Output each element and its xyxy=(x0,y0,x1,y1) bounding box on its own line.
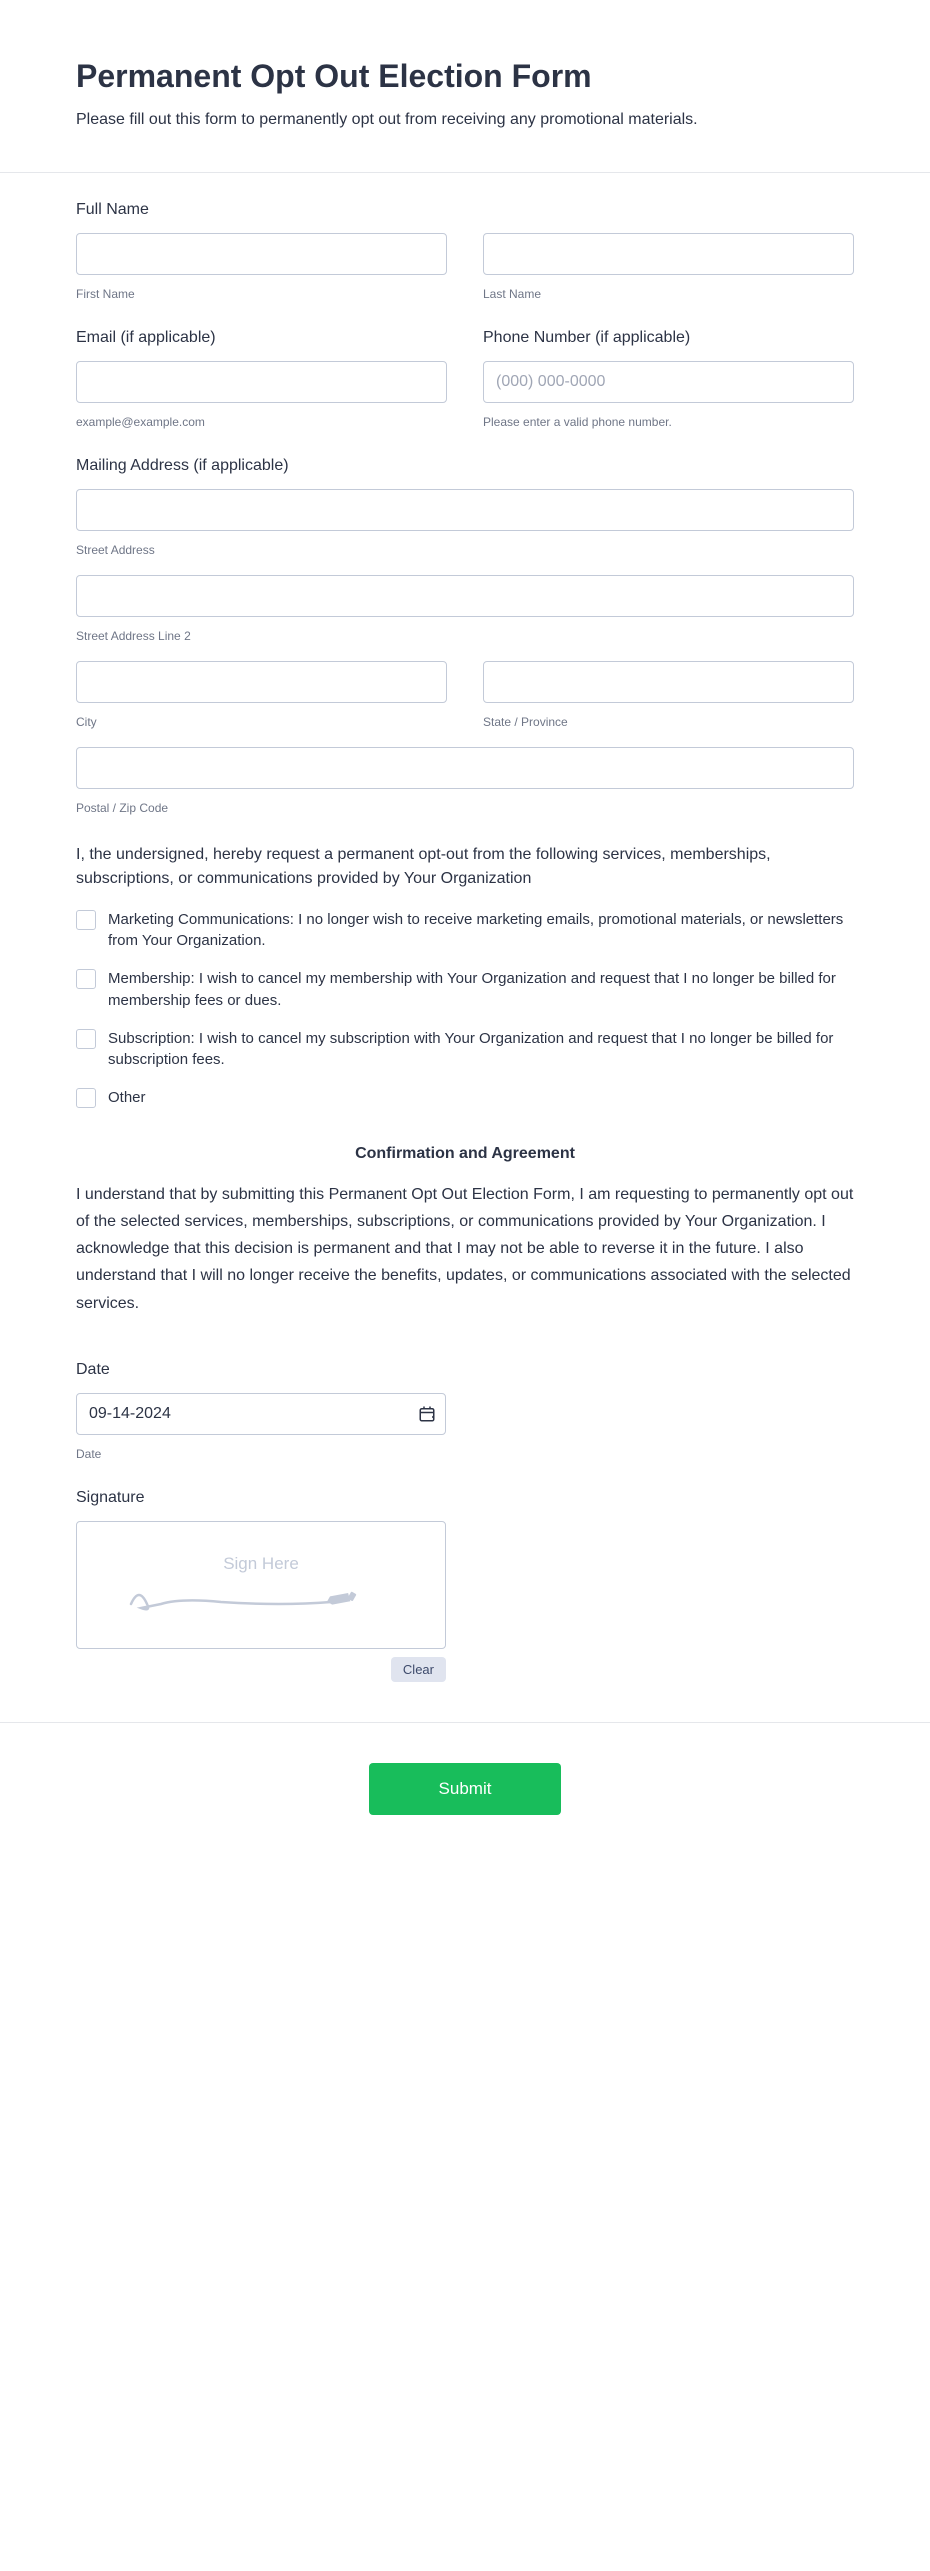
signature-label: Signature xyxy=(76,1489,854,1507)
city-sublabel: City xyxy=(76,715,447,729)
email-input[interactable] xyxy=(76,361,447,403)
date-sublabel: Date xyxy=(76,1447,854,1461)
form-header: Permanent Opt Out Election Form Please f… xyxy=(0,0,930,172)
email-label: Email (if applicable) xyxy=(76,329,447,347)
other-checkbox[interactable] xyxy=(76,1088,96,1108)
marketing-label[interactable]: Marketing Communications: I no longer wi… xyxy=(108,909,854,953)
page-subtitle: Please fill out this form to permanently… xyxy=(76,108,854,132)
last-name-input[interactable] xyxy=(483,233,854,275)
first-name-sublabel: First Name xyxy=(76,287,447,301)
postal-sublabel: Postal / Zip Code xyxy=(76,801,854,815)
full-name-label: Full Name xyxy=(76,201,854,219)
opt-out-statement: I, the undersigned, hereby request a per… xyxy=(76,843,854,891)
state-sublabel: State / Province xyxy=(483,715,854,729)
address-label: Mailing Address (if applicable) xyxy=(76,457,854,475)
street-address-2-input[interactable] xyxy=(76,575,854,617)
form-body: Full Name First Name Last Name Email (if… xyxy=(0,173,930,1722)
phone-sublabel: Please enter a valid phone number. xyxy=(483,415,854,429)
membership-checkbox[interactable] xyxy=(76,969,96,989)
signature-line-icon xyxy=(121,1576,401,1616)
date-input[interactable] xyxy=(76,1393,446,1435)
signature-pad[interactable]: Sign Here xyxy=(76,1521,446,1649)
page-title: Permanent Opt Out Election Form xyxy=(76,56,854,98)
opt-out-options: Marketing Communications: I no longer wi… xyxy=(76,909,854,1109)
clear-signature-button[interactable]: Clear xyxy=(391,1657,446,1682)
phone-label: Phone Number (if applicable) xyxy=(483,329,854,347)
marketing-checkbox[interactable] xyxy=(76,910,96,930)
other-label[interactable]: Other xyxy=(108,1087,146,1109)
street2-sublabel: Street Address Line 2 xyxy=(76,629,854,643)
postal-input[interactable] xyxy=(76,747,854,789)
subscription-checkbox[interactable] xyxy=(76,1029,96,1049)
street-address-input[interactable] xyxy=(76,489,854,531)
last-name-sublabel: Last Name xyxy=(483,287,854,301)
agreement-text: I understand that by submitting this Per… xyxy=(76,1181,854,1317)
membership-label[interactable]: Membership: I wish to cancel my membersh… xyxy=(108,968,854,1012)
form-footer: Submit xyxy=(0,1722,930,1875)
city-input[interactable] xyxy=(76,661,447,703)
date-label: Date xyxy=(76,1361,854,1379)
first-name-input[interactable] xyxy=(76,233,447,275)
sign-here-placeholder: Sign Here xyxy=(223,1554,299,1574)
email-sublabel: example@example.com xyxy=(76,415,447,429)
phone-input[interactable] xyxy=(483,361,854,403)
submit-button[interactable]: Submit xyxy=(369,1763,562,1815)
subscription-label[interactable]: Subscription: I wish to cancel my subscr… xyxy=(108,1028,854,1072)
state-input[interactable] xyxy=(483,661,854,703)
street-sublabel: Street Address xyxy=(76,543,854,557)
confirmation-title: Confirmation and Agreement xyxy=(76,1145,854,1163)
